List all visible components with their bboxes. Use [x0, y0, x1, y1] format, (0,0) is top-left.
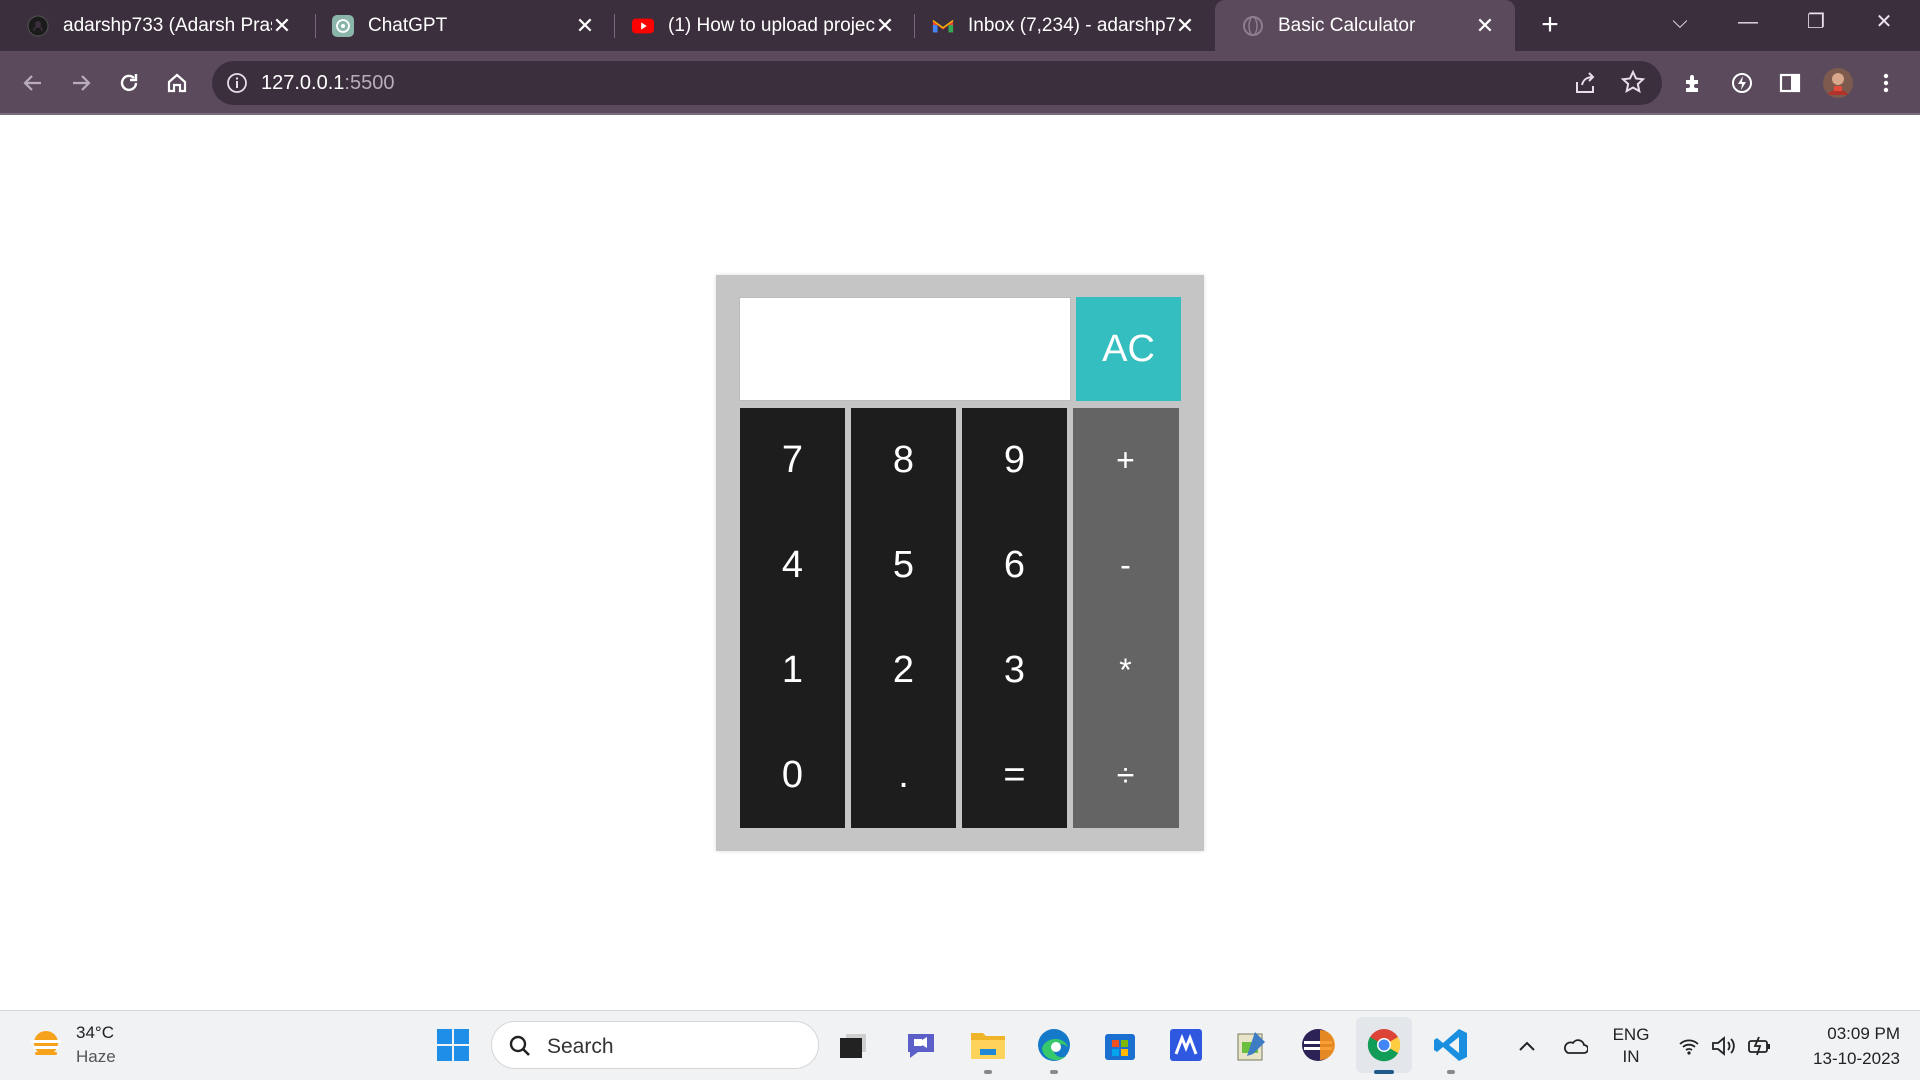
chevron-up-icon[interactable]: [1512, 1011, 1542, 1081]
plus-button[interactable]: +: [1073, 408, 1178, 513]
youtube-icon: [632, 15, 654, 37]
language-code: ENG: [1612, 1025, 1650, 1044]
close-icon[interactable]: ✕: [272, 13, 292, 39]
minus-button[interactable]: -: [1073, 513, 1178, 618]
url-host: 127.0.0.1: [261, 72, 345, 94]
close-icon[interactable]: ✕: [575, 13, 595, 39]
close-icon[interactable]: ✕: [875, 13, 895, 39]
teams-chat-icon[interactable]: [901, 1025, 941, 1065]
language-indicator[interactable]: ENG IN: [1603, 1011, 1659, 1081]
running-indicator: [984, 1070, 992, 1074]
chatgpt-icon: [332, 14, 354, 37]
side-panel-icon[interactable]: [1772, 65, 1808, 101]
digit-3-button[interactable]: 3: [962, 618, 1067, 723]
windows-start-icon[interactable]: [433, 1025, 473, 1065]
onedrive-cloud-icon[interactable]: [1560, 1011, 1590, 1081]
weather-description: Haze: [76, 1047, 116, 1066]
tab-title: Basic Calculator: [1278, 14, 1416, 36]
tab-basic-calculator[interactable]: Basic Calculator ✕: [1215, 0, 1515, 51]
tab-title: (1) How to upload project: [668, 14, 875, 36]
active-indicator: [1374, 1070, 1394, 1074]
close-icon[interactable]: ✕: [1475, 13, 1495, 39]
clock-time: 03:09 PM: [1827, 1024, 1900, 1043]
math-app-icon[interactable]: [1166, 1025, 1206, 1065]
share-icon[interactable]: [1572, 70, 1598, 96]
taskbar-search[interactable]: Search: [491, 1021, 819, 1069]
address-bar[interactable]: 127.0.0.1:5500: [212, 61, 1662, 105]
battery-charging-icon[interactable]: [1745, 1011, 1775, 1081]
home-icon[interactable]: [159, 65, 195, 101]
info-icon[interactable]: [226, 72, 248, 94]
close-window-icon[interactable]: ✕: [1856, 0, 1912, 44]
notepad-app-icon[interactable]: [1232, 1025, 1272, 1065]
tab-chatgpt[interactable]: ChatGPT ✕: [305, 0, 615, 51]
tab-gmail[interactable]: Inbox (7,234) - adarshp733 ✕: [905, 0, 1215, 51]
restore-icon[interactable]: ❐: [1788, 0, 1844, 44]
forward-icon[interactable]: [63, 65, 99, 101]
vscode-icon[interactable]: [1431, 1025, 1471, 1074]
haze-sun-icon: [28, 1027, 64, 1063]
running-indicator: [1447, 1070, 1455, 1074]
microsoft-store-icon[interactable]: [1100, 1025, 1140, 1065]
eclipse-ide-icon[interactable]: [1298, 1025, 1338, 1065]
menu-kebab-icon[interactable]: [1868, 65, 1904, 101]
digit-6-button[interactable]: 6: [962, 513, 1067, 618]
calculator: AC 7 8 9 + 4 5 6 - 1 2 3 * 0 . = ÷: [716, 275, 1204, 851]
tab-title: Inbox (7,234) - adarshp733: [968, 14, 1175, 36]
minimize-icon[interactable]: —: [1720, 0, 1776, 44]
globe-icon: [1242, 15, 1264, 37]
weather-widget[interactable]: 34°C Haze: [28, 1021, 116, 1069]
performance-icon[interactable]: [1724, 65, 1760, 101]
chevron-down-icon[interactable]: ⌵: [1652, 0, 1708, 44]
github-icon: [27, 15, 49, 37]
tab-github[interactable]: adarshp733 (Adarsh Prasad ✕: [0, 0, 312, 51]
back-icon[interactable]: [15, 65, 51, 101]
browser-toolbar: 127.0.0.1:5500: [0, 51, 1920, 115]
digit-5-button[interactable]: 5: [851, 513, 956, 618]
reload-icon[interactable]: [111, 65, 147, 101]
url-text: 127.0.0.1:5500: [261, 72, 394, 95]
edge-browser-icon[interactable]: [1034, 1025, 1074, 1074]
digit-7-button[interactable]: 7: [740, 408, 845, 513]
wifi-icon[interactable]: [1674, 1011, 1704, 1081]
file-explorer-icon[interactable]: [968, 1025, 1008, 1074]
clock-date: 13-10-2023: [1813, 1049, 1900, 1068]
calculator-display[interactable]: [739, 297, 1071, 401]
weather-temperature: 34°C: [76, 1023, 114, 1042]
decimal-button[interactable]: .: [851, 723, 956, 828]
multiply-button[interactable]: *: [1073, 618, 1178, 723]
close-icon[interactable]: ✕: [1175, 13, 1195, 39]
volume-icon[interactable]: [1709, 1011, 1739, 1081]
digit-8-button[interactable]: 8: [851, 408, 956, 513]
windows-taskbar: 34°C Haze Search ENG IN 03:09 PM 13-10-2…: [0, 1010, 1920, 1080]
equals-button[interactable]: =: [962, 723, 1067, 828]
system-clock[interactable]: 03:09 PM 13-10-2023: [1790, 1021, 1900, 1071]
digit-0-button[interactable]: 0: [740, 723, 845, 828]
digit-1-button[interactable]: 1: [740, 618, 845, 723]
new-tab-button[interactable]: +: [1535, 7, 1565, 43]
avatar[interactable]: [1820, 65, 1856, 101]
tab-title: adarshp733 (Adarsh Prasad: [63, 14, 272, 36]
search-placeholder: Search: [547, 1035, 614, 1058]
search-icon: [508, 1034, 532, 1058]
tab-youtube[interactable]: (1) How to upload project ✕: [605, 0, 915, 51]
region-code: IN: [1622, 1047, 1640, 1066]
digit-9-button[interactable]: 9: [962, 408, 1067, 513]
clear-button[interactable]: AC: [1076, 297, 1181, 401]
extensions-icon[interactable]: [1676, 65, 1712, 101]
gmail-icon: [932, 15, 954, 37]
page-viewport: AC 7 8 9 + 4 5 6 - 1 2 3 * 0 . = ÷: [0, 117, 1920, 1010]
bookmark-star-icon[interactable]: [1620, 69, 1646, 95]
divide-button[interactable]: ÷: [1073, 723, 1178, 828]
digit-2-button[interactable]: 2: [851, 618, 956, 723]
tab-title: ChatGPT: [368, 14, 448, 36]
running-indicator: [1050, 1070, 1058, 1074]
chrome-browser-icon[interactable]: [1356, 1017, 1412, 1074]
task-view-icon[interactable]: [833, 1025, 873, 1065]
url-port: :5500: [344, 72, 395, 94]
browser-tab-strip: adarshp733 (Adarsh Prasad ✕ ChatGPT ✕ (1…: [0, 0, 1920, 51]
digit-4-button[interactable]: 4: [740, 513, 845, 618]
